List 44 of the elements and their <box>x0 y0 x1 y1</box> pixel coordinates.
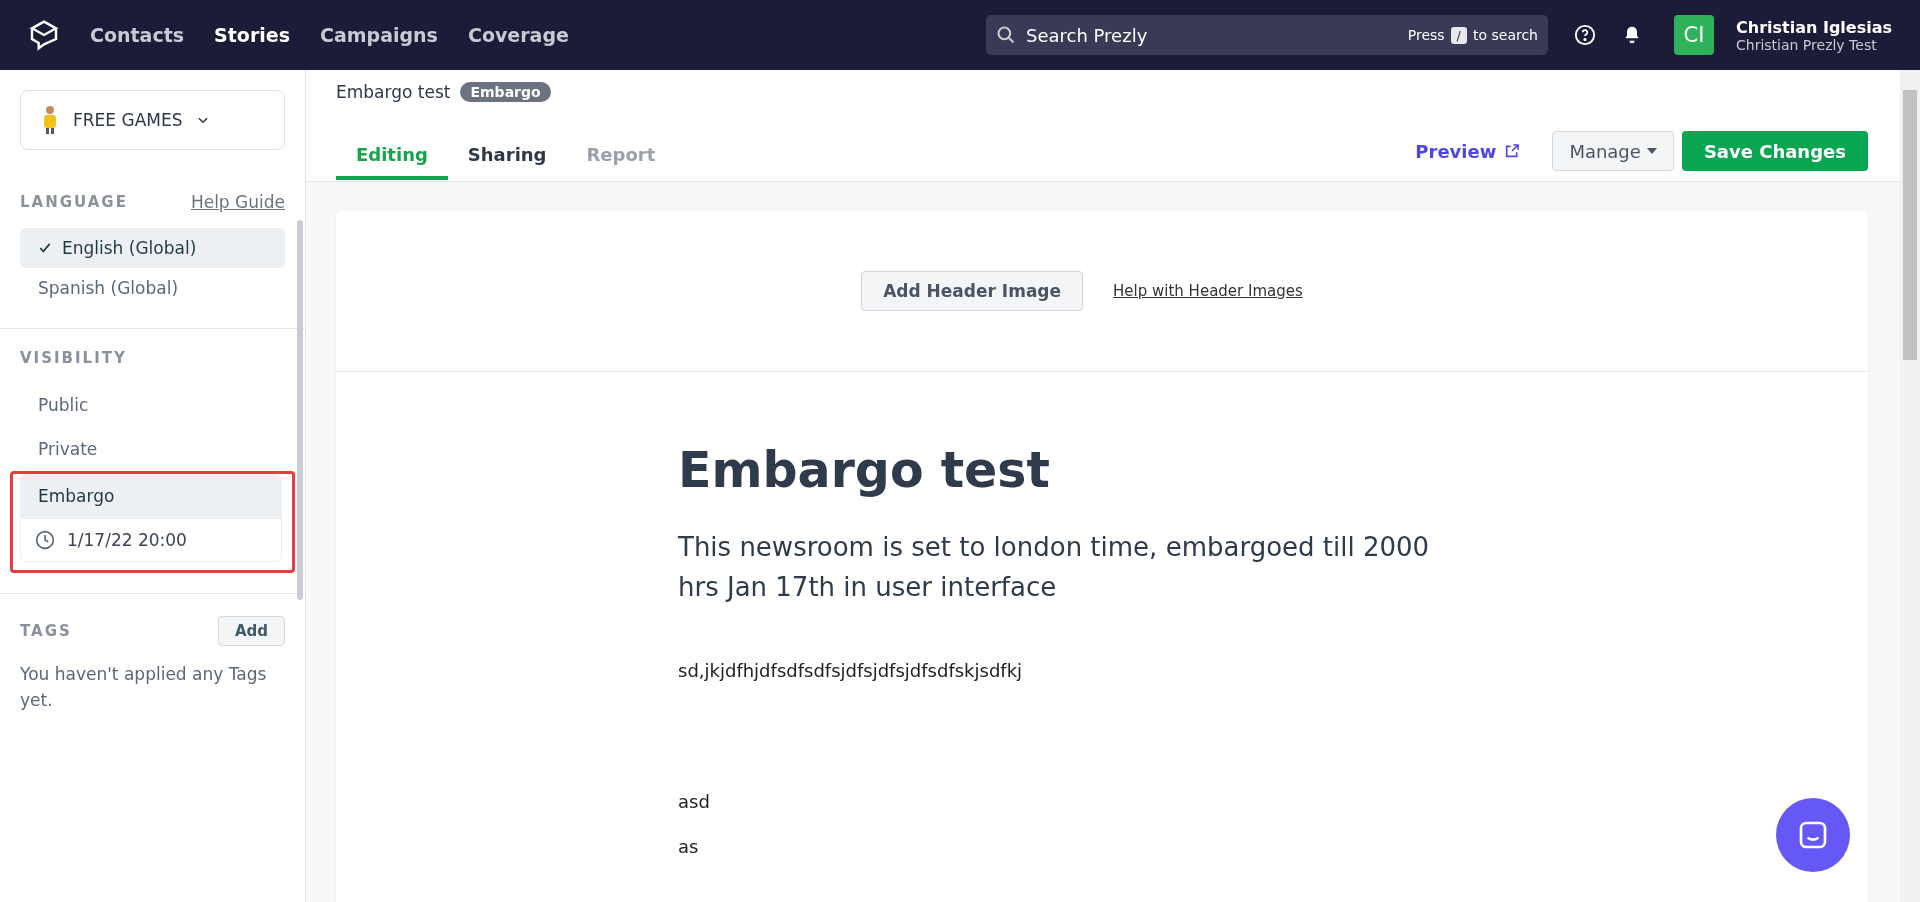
empty-tags-message: You haven't applied any Tags yet. <box>20 663 268 712</box>
external-link-icon <box>1504 143 1521 159</box>
nav-link[interactable]: Contacts <box>90 24 185 46</box>
newsroom-selector[interactable]: FREE GAMES <box>20 90 285 150</box>
caret-icon <box>1646 148 1657 154</box>
story-title: Embargo test <box>336 82 451 102</box>
check-icon <box>38 241 52 255</box>
visibility-option[interactable]: Public <box>20 383 285 427</box>
manage-button[interactable]: Manage <box>1552 131 1674 171</box>
user-organization: Christian Prezly Test <box>1736 36 1878 53</box>
language-option[interactable]: Spanish (Global) <box>20 268 285 308</box>
nav-link[interactable]: Coverage <box>467 24 569 46</box>
preview-link[interactable]: Preview <box>1415 140 1521 162</box>
user-name: Christian Iglesias <box>1736 17 1892 37</box>
language-option[interactable]: English (Global) <box>20 228 285 268</box>
visibility-option[interactable]: Private <box>20 427 285 471</box>
figure-icon <box>41 105 59 135</box>
nav-link[interactable]: Stories <box>214 24 290 46</box>
search-hint: Press / to search <box>1407 27 1538 43</box>
scrollbar-thumb[interactable] <box>1903 90 1917 360</box>
story-subtitle: This newsroom is set to london time, embargoed till 2000 hrs Jan 17th in user interface <box>678 531 1431 605</box>
body-paragraph: as <box>678 835 700 857</box>
search-icon <box>996 25 1016 45</box>
header-images-help-link[interactable]: Help with Header Images <box>1113 281 1303 300</box>
tab[interactable]: Sharing <box>447 132 567 180</box>
add-header-image-button[interactable]: Add Header Image <box>861 270 1084 311</box>
embargo-date-field[interactable]: 1/17/22 20:00 <box>20 518 282 562</box>
status-badge: Embargo <box>460 82 551 102</box>
section-title: VISIBILITY <box>20 349 127 367</box>
help-icon[interactable] <box>1574 24 1596 46</box>
clock-icon <box>35 530 55 550</box>
section-title: TAGS <box>20 622 72 640</box>
story-heading: Embargo test <box>678 442 1051 499</box>
search-field[interactable]: Search Prezly Press / to search <box>986 15 1548 55</box>
add-tag-button[interactable]: Add <box>217 616 285 646</box>
section-title: LANGUAGE <box>20 193 128 211</box>
logo-icon[interactable] <box>28 19 60 51</box>
chat-icon <box>1797 819 1829 851</box>
nav-link[interactable]: Campaigns <box>320 24 438 46</box>
body-paragraph: sd,jkjdfhjdfsdfsdfsjdfsjdfsjdfsdfskjsdfkj <box>678 659 1024 681</box>
scrollbar-thumb[interactable] <box>297 220 303 600</box>
body-paragraph: asd <box>678 790 711 812</box>
help-guide-link[interactable]: Help Guide <box>190 192 285 212</box>
visibility-option[interactable]: Embargo <box>20 474 282 518</box>
